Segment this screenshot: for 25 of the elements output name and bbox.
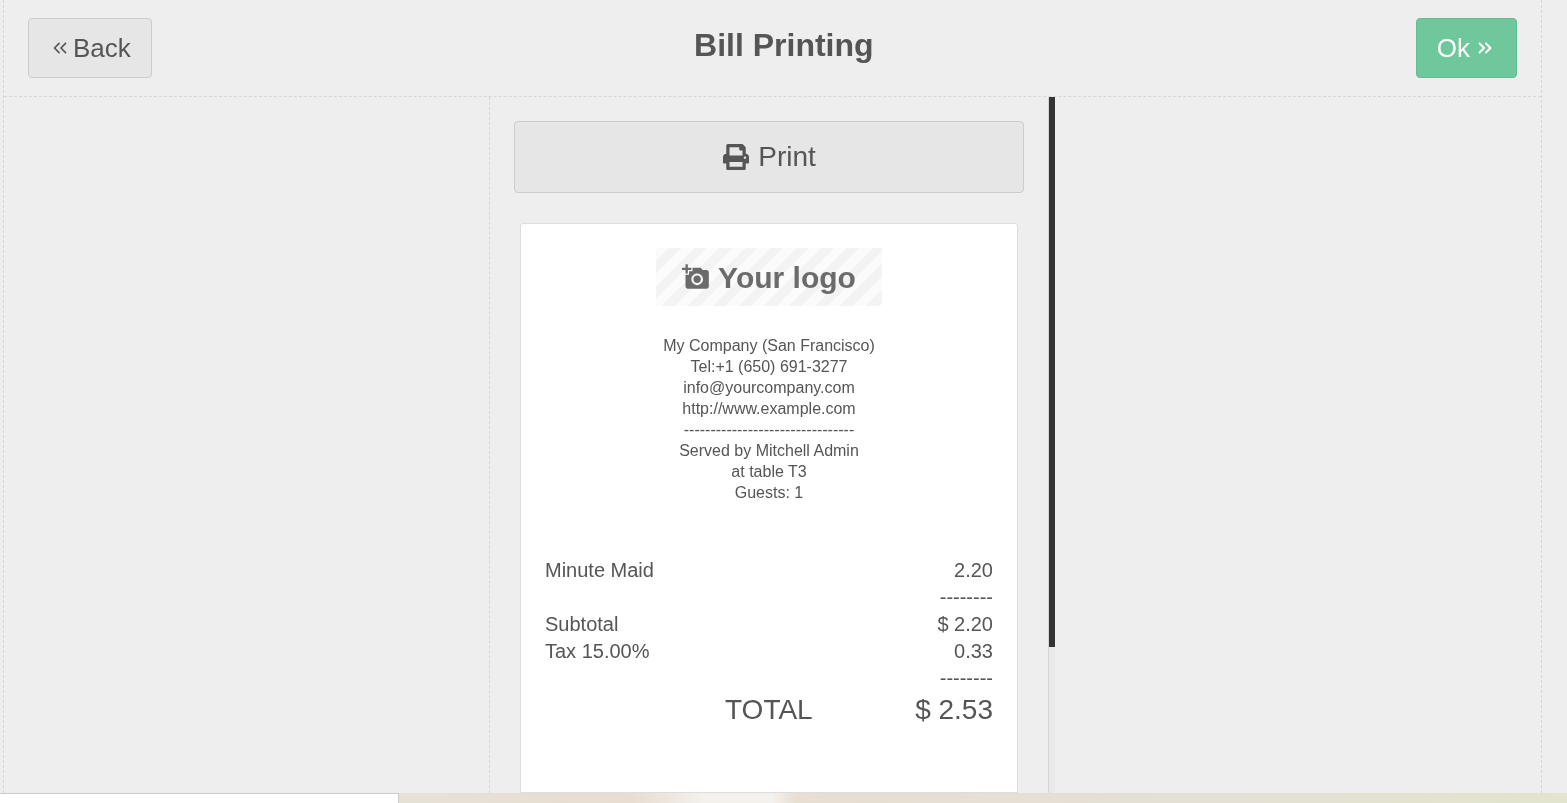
- item-price: 2.20: [954, 558, 993, 583]
- subtotal-value: $ 2.20: [937, 612, 993, 637]
- total-value: $ 2.53: [915, 693, 993, 727]
- separator-line: --------: [939, 585, 993, 610]
- service-info-line: Served by Mitchell Admin: [679, 441, 859, 461]
- item-name: Minute Maid: [545, 558, 654, 583]
- camera-plus-icon: [682, 263, 711, 291]
- separator-line: --------------------------------: [683, 420, 855, 440]
- subtotal-label: Subtotal: [545, 612, 619, 637]
- printer-icon: [722, 144, 751, 170]
- print-button[interactable]: Print: [514, 121, 1024, 193]
- service-info-line: at table T3: [731, 462, 807, 482]
- separator-line: --------: [939, 666, 993, 691]
- logo-text: Your logo: [718, 259, 856, 296]
- tax-label: Tax 15.00%: [545, 639, 650, 664]
- total-label: TOTAL: [725, 693, 813, 727]
- scrollbar-thumb[interactable]: [1049, 97, 1055, 647]
- company-info-line: info@yourcompany.com: [683, 378, 855, 398]
- company-info-line: My Company (San Francisco): [663, 336, 875, 356]
- back-button[interactable]: Back: [28, 18, 152, 78]
- service-info-line: Guests: 1: [734, 483, 804, 503]
- company-info-line: http://www.example.com: [682, 399, 856, 419]
- company-info-line: Tel:+1 (650) 691-3277: [690, 357, 848, 377]
- page-title: Bill Printing: [694, 26, 874, 65]
- tax-value: 0.33: [954, 639, 993, 664]
